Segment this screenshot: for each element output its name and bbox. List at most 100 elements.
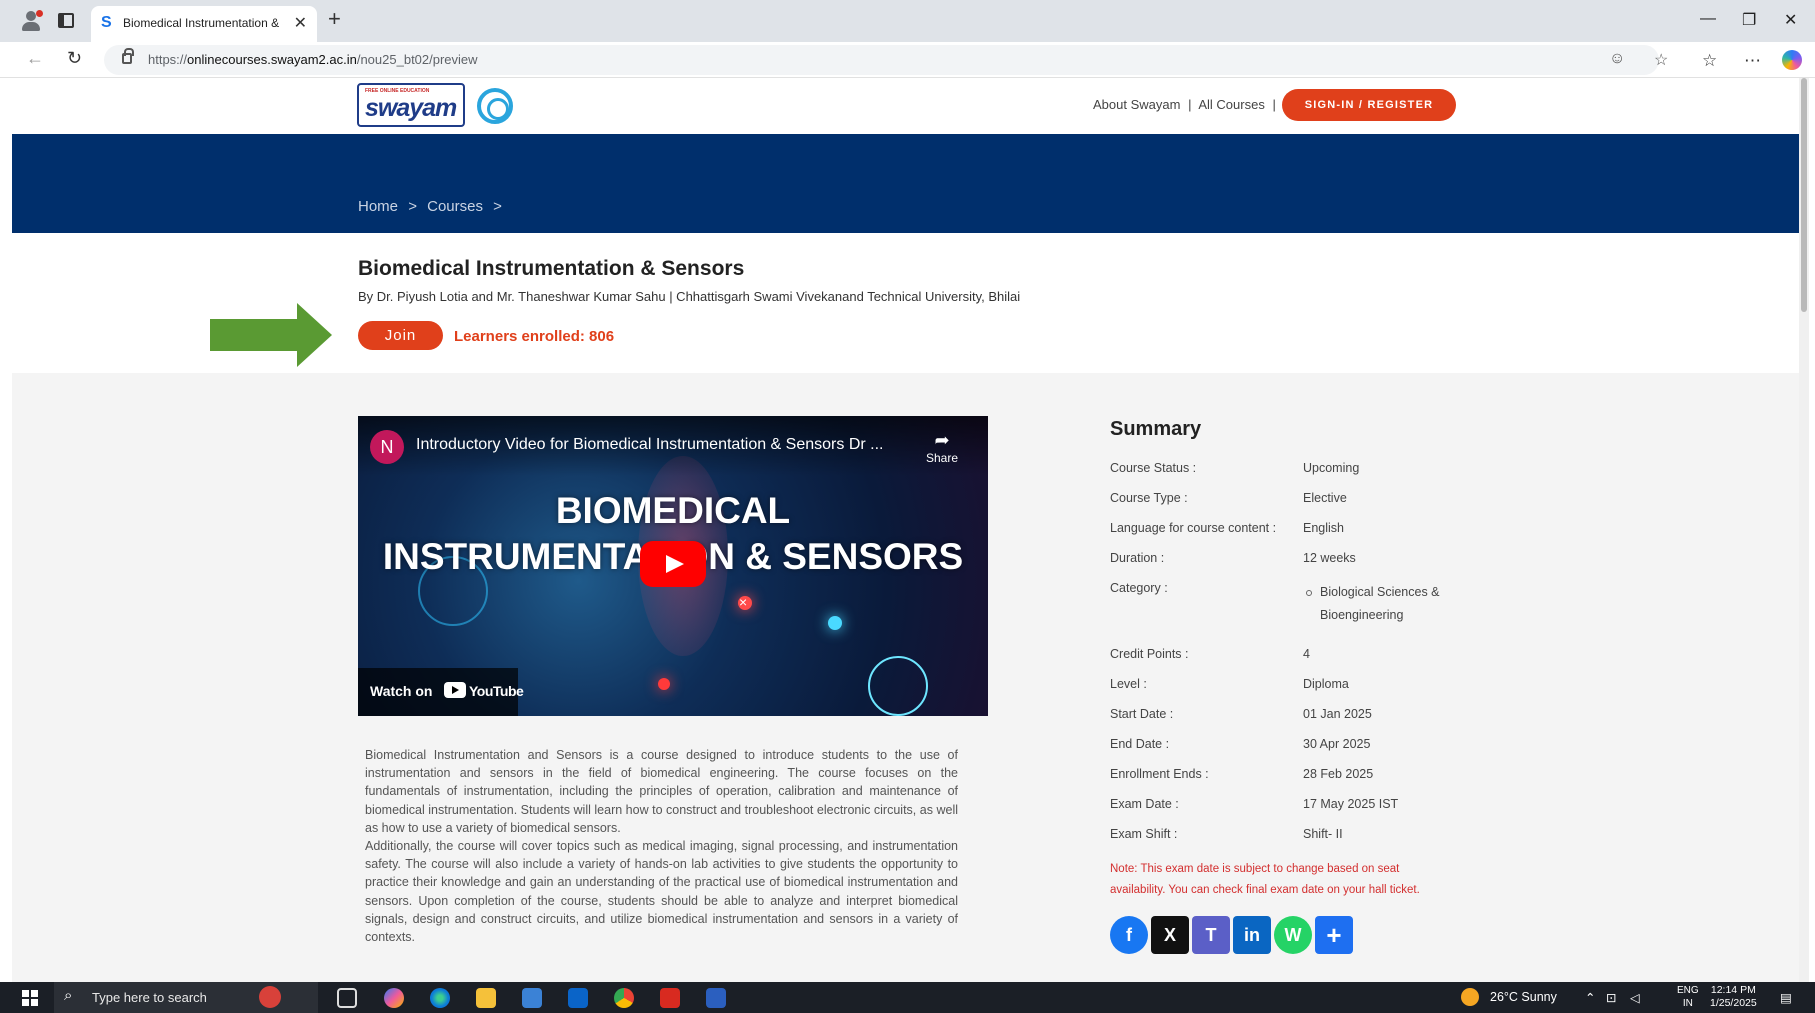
outlook-icon[interactable] (568, 988, 588, 1008)
copilot-icon[interactable] (1782, 50, 1802, 70)
search-icon: ⌕ (64, 987, 73, 1004)
acrobat-icon[interactable] (660, 988, 680, 1008)
swayam-logo[interactable]: FREE ONLINE EDUCATION swayam (357, 83, 465, 127)
new-tab-icon[interactable]: + (328, 6, 341, 32)
course-title: Biomedical Instrumentation & Sensors (358, 257, 745, 280)
summary-row: Duration :12 weeks (1110, 551, 1356, 565)
linkedin-share-icon[interactable]: in (1233, 916, 1271, 954)
scrollbar-thumb[interactable] (1801, 78, 1807, 312)
video-share-button[interactable]: ➦ Share (926, 430, 958, 465)
summary-row: End Date :30 Apr 2025 (1110, 737, 1371, 751)
summary-row: Language for course content : English (1110, 521, 1344, 535)
intro-video-player[interactable]: N Introductory Video for Biomedical Inst… (358, 416, 988, 716)
sign-in-register-button[interactable]: SIGN-IN / REGISTER (1282, 89, 1456, 121)
summary-row: Category : Biological Sciences & Bioengin… (1110, 581, 1470, 647)
window-close-icon[interactable]: ✕ (1784, 10, 1797, 30)
store-icon[interactable] (522, 988, 542, 1008)
weather-text[interactable]: 26°C Sunny (1490, 990, 1557, 1004)
top-nav: About Swayam | All Courses | (1093, 97, 1280, 112)
x-share-icon[interactable]: X (1151, 916, 1189, 954)
windows-start-icon[interactable] (22, 990, 38, 1006)
copilot-taskbar-icon[interactable] (384, 988, 404, 1008)
summary-heading: Summary (1110, 418, 1202, 440)
green-arrow-icon (210, 303, 332, 367)
course-header: Biomedical Instrumentation & Sensors By … (12, 233, 1805, 373)
swayam-emblem-icon (477, 88, 513, 124)
tray-chevron-icon[interactable]: ⌃ (1585, 990, 1595, 1005)
input-language[interactable]: ENG IN (1677, 984, 1699, 1010)
watch-on-youtube-button[interactable]: Watch on YouTube (358, 668, 524, 716)
task-view-icon[interactable] (337, 988, 357, 1008)
summary-row: Course Status : Upcoming (1110, 461, 1360, 475)
weather-sun-icon (1461, 988, 1479, 1006)
breadcrumb-home[interactable]: Home (358, 198, 398, 215)
summary-row: Start Date :01 Jan 2025 (1110, 707, 1372, 721)
hero-banner: Home > Courses > (12, 134, 1805, 233)
nav-separator: | (1188, 97, 1192, 112)
youtube-logo-icon (444, 682, 466, 698)
summary-row: Enrollment Ends :28 Feb 2025 (1110, 767, 1374, 781)
lock-icon[interactable] (122, 48, 134, 64)
exam-date-note: Note: This exam date is subject to chang… (1110, 863, 1420, 896)
browser-tab-title: Biomedical Instrumentation & Sensors (123, 16, 283, 30)
address-toolbar: ← ↻ https://onlinecourses.swayam2.ac.in/… (0, 42, 1815, 78)
summary-row: Credit Points :4 (1110, 647, 1310, 661)
web-page: FREE ONLINE EDUCATION swayam About Swaya… (12, 78, 1805, 982)
speaker-icon[interactable]: ◁ (1630, 990, 1640, 1005)
page-scrollbar[interactable] (1799, 78, 1809, 982)
site-header: FREE ONLINE EDUCATION swayam About Swaya… (12, 78, 1805, 134)
breadcrumb-separator: > (408, 198, 417, 215)
tab-actions-icon[interactable] (58, 13, 74, 28)
browser-tab-bar: S Biomedical Instrumentation & Sensors ✕… (0, 0, 1815, 42)
file-explorer-icon[interactable] (476, 988, 496, 1008)
address-bar[interactable]: https://onlinecourses.swayam2.ac.in/nou2… (104, 45, 1668, 75)
favorites-icon[interactable]: ☆ (1702, 51, 1717, 71)
reader-mode-icon[interactable]: ☺ (1609, 50, 1625, 68)
favorite-star-icon[interactable]: ☆ (1654, 50, 1668, 70)
taskbar-clock[interactable]: 12:14 PM 1/25/2025 (1710, 984, 1757, 1010)
nav-separator: | (1272, 97, 1276, 112)
restore-icon[interactable]: ❐ (1742, 10, 1756, 30)
summary-row: Exam Shift : Shift- II (1110, 827, 1343, 841)
edge-icon[interactable] (430, 988, 450, 1008)
course-description: Biomedical Instrumentation and Sensors i… (365, 748, 958, 945)
whatsapp-share-icon[interactable]: W (1274, 916, 1312, 954)
video-title[interactable]: Introductory Video for Biomedical Instru… (416, 436, 883, 454)
learners-enrolled: Learners enrolled: 806 (454, 328, 615, 345)
profile-icon[interactable] (20, 10, 43, 32)
taskbar-search[interactable]: ⌕ Type here to search (54, 982, 318, 1013)
more-menu-icon[interactable]: ⋯ (1744, 51, 1761, 71)
notification-icon[interactable]: ▤ (1780, 990, 1792, 1005)
social-share-bar: f X T in W + (1110, 916, 1470, 954)
about-swayam-link[interactable]: About Swayam (1093, 97, 1180, 112)
breadcrumb: Home > Courses > (358, 198, 508, 215)
share-plus-icon[interactable]: + (1315, 916, 1353, 954)
url-text[interactable]: https://onlinecourses.swayam2.ac.in/nou2… (148, 52, 478, 67)
play-button-icon[interactable] (640, 541, 706, 587)
course-byline: By Dr. Piyush Lotia and Mr. Thaneshwar K… (358, 289, 1021, 304)
facebook-share-icon[interactable]: f (1110, 916, 1148, 954)
network-icon[interactable]: ⊡ (1606, 990, 1616, 1005)
close-tab-icon[interactable]: ✕ (294, 13, 307, 33)
category-item: Biological Sciences & Bioengineering (1303, 581, 1483, 627)
minimize-icon[interactable]: — (1700, 10, 1716, 28)
course-summary: Summary Course Status : Upcoming Course T… (1110, 418, 1470, 954)
breadcrumb-courses[interactable]: Courses (427, 198, 483, 215)
teams-share-icon[interactable]: T (1192, 916, 1230, 954)
breadcrumb-separator: > (493, 198, 502, 215)
word-icon[interactable] (706, 988, 726, 1008)
summary-row: Exam Date :17 May 2025 IST (1110, 797, 1399, 811)
share-arrow-icon: ➦ (934, 430, 950, 450)
search-highlight-icon (259, 986, 281, 1008)
join-button[interactable]: Join (358, 321, 443, 350)
chrome-icon[interactable] (614, 988, 634, 1008)
summary-row: Course Type : Elective (1110, 491, 1347, 505)
all-courses-link[interactable]: All Courses (1198, 97, 1264, 112)
browser-tab[interactable]: S Biomedical Instrumentation & Sensors ✕ (91, 6, 317, 42)
channel-avatar[interactable]: N (370, 430, 404, 464)
reload-icon[interactable]: ↻ (67, 48, 82, 69)
windows-taskbar: ⌕ Type here to search 26°C Sunny ⌃ ⊡ ◁ E… (0, 982, 1815, 1013)
back-icon[interactable]: ← (26, 48, 44, 69)
swayam-favicon-icon: S (101, 14, 112, 31)
summary-row: Level : Diploma (1110, 677, 1349, 691)
